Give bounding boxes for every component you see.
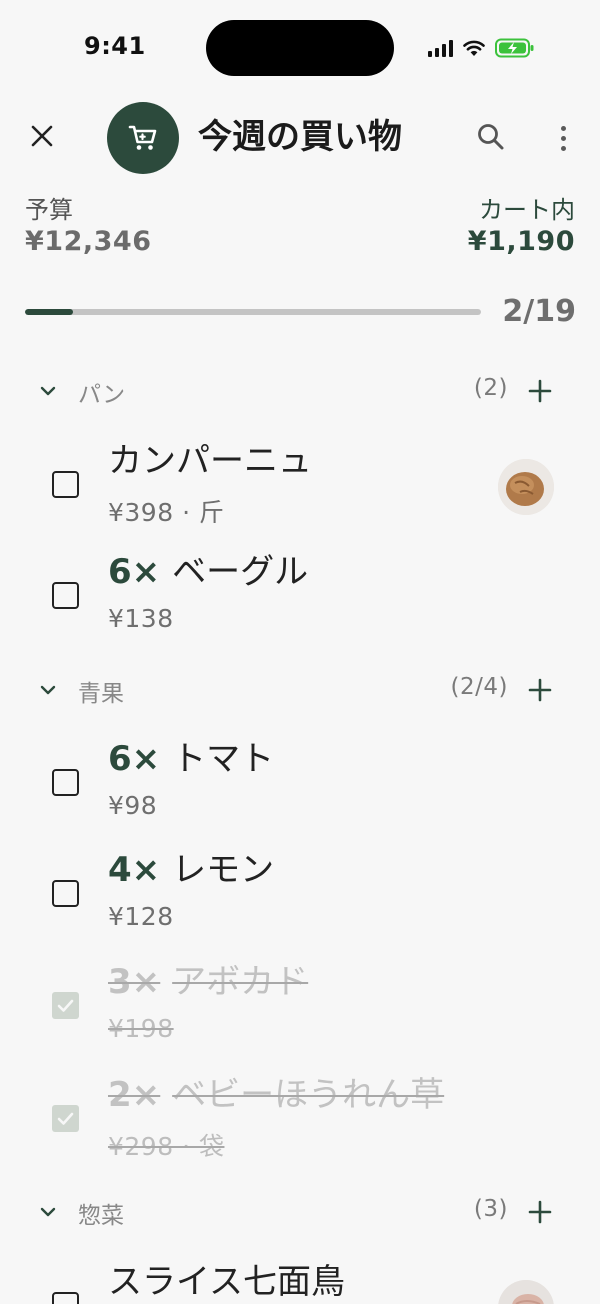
add-item-icon[interactable] — [524, 674, 556, 706]
checkmark-icon — [57, 1112, 74, 1125]
cart-total-label: カート内 — [479, 196, 575, 224]
cart-icon — [128, 125, 157, 150]
checkmark-icon — [57, 999, 74, 1012]
status-icons — [428, 34, 535, 62]
budget-label: 予算 — [25, 196, 73, 224]
item-title: 2× ベビーほうれん草 — [108, 1073, 444, 1117]
item-title: 6× トマト — [108, 737, 274, 781]
item-checkbox[interactable] — [52, 769, 79, 796]
list-item[interactable]: 6× トマト ¥98 — [0, 739, 600, 839]
list-item[interactable]: 4× レモン ¥128 — [0, 850, 600, 950]
dynamic-island — [206, 20, 394, 76]
shopping-list-screen: { "status_bar": { "time": "9:41" }, "hea… — [0, 0, 600, 1304]
section-header-produce[interactable]: 青果 (2/4) — [0, 668, 600, 712]
page-title: 今週の買い物 — [198, 117, 402, 157]
item-checkbox-checked[interactable] — [52, 1105, 79, 1132]
section-title: 青果 — [78, 681, 124, 707]
item-name: ベビーほうれん草 — [172, 1075, 445, 1115]
section-header-deli[interactable]: 惣菜 (3) — [0, 1190, 600, 1234]
item-price: ¥128 — [108, 902, 174, 931]
budget-value: ¥12,346 — [25, 226, 152, 257]
item-checkbox[interactable] — [52, 471, 79, 498]
cart-total-value: ¥1,190 — [467, 226, 575, 257]
close-icon[interactable] — [24, 118, 60, 154]
item-quantity: 3× — [108, 962, 161, 1002]
cart-badge — [107, 102, 179, 174]
section-count: (3) — [473, 1196, 508, 1222]
item-price: ¥398 · 斤 — [108, 498, 225, 527]
item-price: ¥98 — [108, 791, 158, 820]
item-name: トマト — [172, 739, 275, 779]
chevron-down-icon[interactable] — [38, 1202, 58, 1222]
battery-charging-icon — [495, 38, 534, 58]
item-quantity: 2× — [108, 1075, 161, 1115]
bread-thumbnail[interactable] — [498, 459, 554, 515]
list-item[interactable]: スライス七面鳥 — [0, 1262, 600, 1304]
section-header-bread[interactable]: パン (2) — [0, 369, 600, 413]
item-name: ベーグル — [172, 552, 309, 592]
cellular-signal-icon — [428, 39, 453, 57]
progress-bar-fill — [25, 309, 73, 315]
item-title: カンパーニュ — [108, 439, 312, 483]
item-name: レモン — [172, 850, 275, 890]
item-name: アボカド — [172, 962, 309, 1002]
item-checkbox[interactable] — [52, 582, 79, 609]
item-name: スライス七面鳥 — [108, 1262, 345, 1302]
section-title: 惣菜 — [78, 1203, 124, 1229]
list-item[interactable]: 6× ベーグル ¥138 — [0, 552, 600, 652]
status-time: 9:41 — [84, 32, 146, 60]
turkey-thumbnail[interactable] — [498, 1280, 554, 1304]
item-price: ¥138 — [108, 604, 174, 633]
chevron-down-icon[interactable] — [38, 680, 58, 700]
add-item-icon[interactable] — [524, 1196, 556, 1228]
section-count: (2/4) — [450, 674, 508, 700]
wifi-icon — [463, 40, 485, 56]
more-vertical-icon[interactable] — [548, 120, 578, 156]
item-title: スライス七面鳥 — [108, 1260, 345, 1304]
list-item-checked[interactable]: 3× アボカド ¥198 — [0, 962, 600, 1062]
section-title: パン — [78, 382, 126, 408]
item-checkbox[interactable] — [52, 1292, 79, 1304]
section-count: (2) — [473, 375, 508, 401]
add-item-icon[interactable] — [524, 375, 556, 407]
item-checkbox-checked[interactable] — [52, 992, 79, 1019]
progress-bar — [25, 309, 481, 315]
item-quantity: 6× — [108, 552, 161, 592]
list-item[interactable]: カンパーニュ ¥398 · 斤 — [0, 441, 600, 541]
search-icon[interactable] — [474, 120, 508, 154]
list-item-checked[interactable]: 2× ベビーほうれん草 ¥298 · 袋 — [0, 1075, 600, 1175]
item-quantity: 4× — [108, 850, 161, 890]
item-name: カンパーニュ — [108, 441, 312, 481]
item-checkbox[interactable] — [52, 880, 79, 907]
progress-count: 2/19 — [502, 294, 576, 329]
item-title: 4× レモン — [108, 848, 274, 892]
item-quantity: 6× — [108, 739, 161, 779]
item-price: ¥198 — [108, 1014, 174, 1043]
item-price: ¥298 · 袋 — [108, 1132, 225, 1161]
item-title: 3× アボカド — [108, 960, 308, 1004]
item-title: 6× ベーグル — [108, 550, 308, 594]
chevron-down-icon[interactable] — [38, 381, 58, 401]
